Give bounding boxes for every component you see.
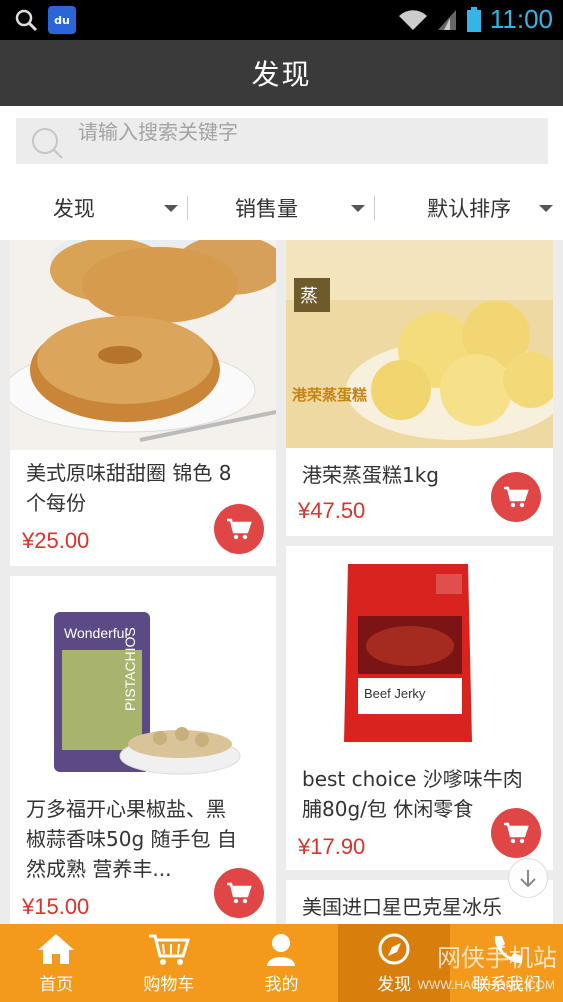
dropdown-arrow-icon bbox=[163, 205, 178, 212]
beef-jerky-image: Beef Jerky bbox=[286, 546, 553, 752]
product-card[interactable]: Beef Jerky best choice 沙嗲味牛肉 脯80g/包 休闲零食… bbox=[286, 546, 553, 870]
signal-icon bbox=[437, 9, 456, 30]
product-grid: 美式原味甜甜圈 锦色 8 个每份 ¥25.00 蒸 港荣蒸蛋糕 港荣蒸蛋糕1kg… bbox=[0, 240, 563, 924]
baidu-app-icon: du bbox=[48, 6, 76, 34]
cart-icon bbox=[504, 822, 529, 844]
nav-mine[interactable]: 我的 bbox=[225, 924, 338, 1002]
nav-cart[interactable]: 购物车 bbox=[113, 924, 226, 1002]
page-title: 发现 bbox=[251, 58, 312, 91]
donut-image bbox=[10, 240, 276, 450]
filter-label: 销售量 bbox=[235, 197, 298, 221]
search-icon bbox=[15, 9, 38, 32]
filter-label: 默认排序 bbox=[427, 197, 512, 221]
add-to-cart-button[interactable] bbox=[214, 504, 264, 554]
product-card[interactable]: Wonderful PISTACHIOS 万多福开心果椒盐、黑 椒蒜香味50g … bbox=[10, 576, 276, 924]
scroll-down-button[interactable] bbox=[508, 858, 548, 898]
filter-sort[interactable]: 默认排序 bbox=[375, 176, 563, 240]
search-box[interactable] bbox=[16, 118, 548, 164]
steamed-cake-image: 蒸 港荣蒸蛋糕 bbox=[286, 240, 553, 448]
title-bar: 发现 bbox=[0, 40, 563, 106]
product-card[interactable]: 蒸 港荣蒸蛋糕 港荣蒸蛋糕1kg ¥47.50 bbox=[286, 240, 553, 536]
discover-icon bbox=[378, 933, 410, 964]
home-icon bbox=[38, 933, 75, 964]
cart-icon bbox=[227, 882, 252, 904]
product-price: ¥15.00 bbox=[22, 894, 90, 919]
filter-sales[interactable]: 销售量 bbox=[188, 176, 376, 240]
search-icon bbox=[32, 128, 63, 159]
add-to-cart-button[interactable] bbox=[491, 472, 541, 522]
arrow-down-icon bbox=[520, 870, 536, 888]
filter-label: 发现 bbox=[52, 197, 95, 221]
dropdown-arrow-icon bbox=[539, 205, 554, 212]
brand-badge: 蒸 bbox=[300, 286, 318, 307]
nav-home[interactable]: 首页 bbox=[0, 924, 113, 1002]
pack-brand: Wonderful bbox=[64, 625, 128, 641]
product-price: ¥25.00 bbox=[22, 528, 90, 553]
search-input[interactable] bbox=[78, 118, 528, 146]
brand-text: 港荣蒸蛋糕 bbox=[292, 386, 367, 404]
add-to-cart-button[interactable] bbox=[491, 808, 541, 858]
pistachio-image: Wonderful PISTACHIOS bbox=[10, 576, 276, 784]
search-area bbox=[0, 106, 563, 176]
pack-text: PISTACHIOS bbox=[122, 627, 138, 711]
nav-label: 购物车 bbox=[143, 974, 195, 995]
battery-icon bbox=[466, 6, 481, 32]
pack-text: Beef Jerky bbox=[364, 686, 426, 701]
product-price: ¥17.90 bbox=[298, 834, 366, 859]
cart-icon bbox=[504, 486, 529, 508]
user-icon bbox=[267, 933, 296, 966]
watermark: 网侠手机站 bbox=[437, 944, 557, 972]
status-time: 11:00 bbox=[489, 4, 553, 34]
product-name: 美国进口星巴克星冰乐 bbox=[302, 895, 502, 919]
product-card[interactable]: 美式原味甜甜圈 锦色 8 个每份 ¥25.00 bbox=[10, 240, 276, 566]
watermark-url: WWW.HACKHOME.COM bbox=[417, 978, 555, 992]
nav-label: 我的 bbox=[264, 974, 299, 995]
status-bar: du 11:00 bbox=[0, 0, 563, 40]
filter-bar: 发现 销售量 默认排序 bbox=[0, 176, 563, 240]
dropdown-arrow-icon bbox=[351, 205, 366, 212]
cart-icon bbox=[227, 518, 252, 540]
product-price: ¥47.50 bbox=[298, 498, 366, 523]
add-to-cart-button[interactable] bbox=[214, 868, 264, 918]
nav-label: 发现 bbox=[377, 974, 412, 995]
filter-category[interactable]: 发现 bbox=[0, 176, 188, 240]
wifi-icon bbox=[398, 9, 427, 30]
nav-label: 首页 bbox=[39, 974, 74, 995]
cart-icon bbox=[148, 934, 190, 965]
